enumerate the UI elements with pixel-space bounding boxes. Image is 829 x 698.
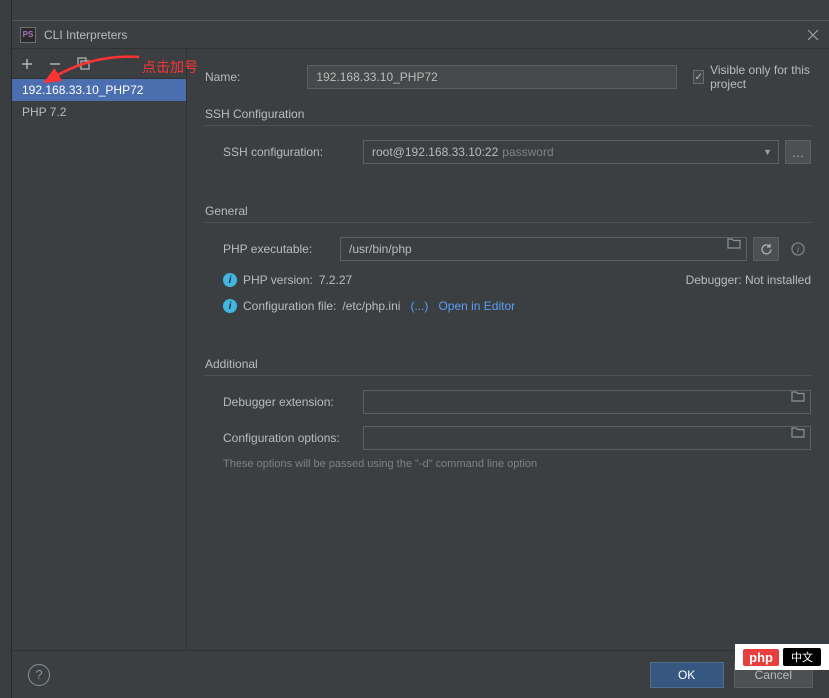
ok-button[interactable]: OK xyxy=(650,662,724,688)
visible-only-label: Visible only for this project xyxy=(710,63,811,91)
ssh-browse-button[interactable]: … xyxy=(785,140,811,164)
open-in-editor-link[interactable]: Open in Editor xyxy=(438,299,515,313)
debugger-ext-input[interactable] xyxy=(363,390,811,414)
interpreter-list: 192.168.33.10_PHP72 PHP 7.2 xyxy=(12,79,186,650)
add-icon[interactable] xyxy=(18,55,36,73)
list-item[interactable]: PHP 7.2 xyxy=(12,101,186,123)
php-executable-input[interactable] xyxy=(340,237,747,261)
chevron-down-icon: ▼ xyxy=(763,147,772,157)
ssh-section-title: SSH Configuration xyxy=(205,103,811,126)
config-file-label: Configuration file: xyxy=(243,299,336,313)
config-file-ellipsis[interactable]: (...) xyxy=(410,299,428,313)
name-input[interactable] xyxy=(307,65,677,89)
dialog-title: CLI Interpreters xyxy=(44,28,805,42)
config-opts-hint: These options will be passed using the "… xyxy=(205,458,811,470)
folder-icon[interactable] xyxy=(727,237,741,252)
reload-button[interactable] xyxy=(753,237,779,261)
debugger-ext-label: Debugger extension: xyxy=(205,395,363,409)
info-icon: i xyxy=(223,273,237,287)
watermark-cn: 中文 xyxy=(783,648,821,666)
help-button[interactable]: ? xyxy=(28,664,50,686)
general-section-title: General xyxy=(205,200,811,223)
ssh-config-dropdown[interactable]: root@192.168.33.10:22 password ▼ xyxy=(363,140,779,164)
config-file-value: /etc/php.ini xyxy=(342,299,400,313)
config-opts-label: Configuration options: xyxy=(205,431,363,445)
annotation-text: 点击加号 xyxy=(142,57,198,77)
sidebar: 192.168.33.10_PHP72 PHP 7.2 xyxy=(12,49,187,650)
annotation-arrow xyxy=(44,49,144,89)
php-version-value: 7.2.27 xyxy=(319,273,352,287)
debugger-label: Debugger: xyxy=(686,273,742,287)
main-content: Name: ✓ Visible only for this project SS… xyxy=(187,49,829,650)
folder-icon[interactable] xyxy=(791,390,805,405)
checkbox-icon: ✓ xyxy=(693,70,704,84)
cli-interpreters-dialog: PS CLI Interpreters 点击加号 xyxy=(12,20,829,698)
svg-text:i: i xyxy=(797,245,800,255)
edit-icon[interactable] xyxy=(791,426,805,441)
php-executable-label: PHP executable: xyxy=(205,242,340,256)
debugger-value: Not installed xyxy=(745,273,811,287)
ssh-config-value: root@192.168.33.10:22 xyxy=(372,145,498,159)
visible-only-checkbox[interactable]: ✓ Visible only for this project xyxy=(693,63,811,91)
name-label: Name: xyxy=(205,70,307,84)
info-icon: i xyxy=(223,299,237,313)
title-bar: PS CLI Interpreters xyxy=(12,21,829,49)
php-logo: php xyxy=(743,649,779,666)
close-icon[interactable] xyxy=(805,27,821,43)
dialog-footer: ? OK Cancel xyxy=(12,650,829,698)
ssh-config-label: SSH configuration: xyxy=(205,145,340,159)
php-version-label: PHP version: xyxy=(243,273,313,287)
config-opts-input[interactable] xyxy=(363,426,811,450)
phpstorm-icon: PS xyxy=(20,27,36,43)
additional-section-title: Additional xyxy=(205,353,811,376)
watermark: php 中文 xyxy=(735,644,829,670)
ssh-config-hint: password xyxy=(502,145,553,159)
info-button[interactable]: i xyxy=(785,237,811,261)
